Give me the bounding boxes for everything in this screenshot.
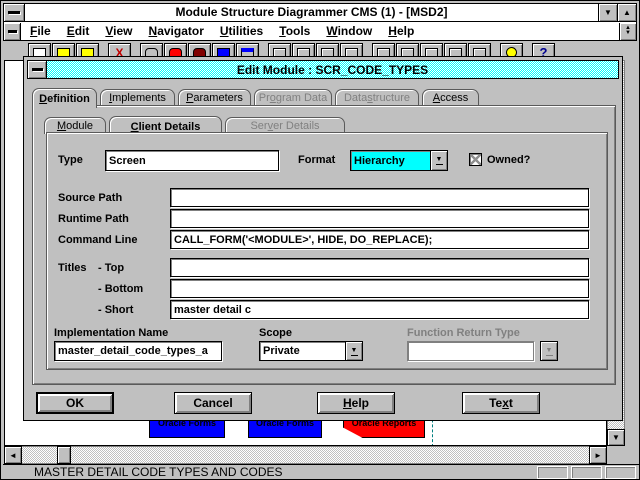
statusbar: MASTER DETAIL CODE TYPES AND CODES bbox=[3, 464, 639, 479]
scroll-down-button[interactable]: ▼ bbox=[607, 429, 625, 446]
maximize-button[interactable]: ▲ bbox=[617, 4, 636, 21]
titles-label: Titles bbox=[58, 262, 87, 274]
window-titlebar: Module Structure Diagrammer CMS (1) - [M… bbox=[3, 3, 637, 22]
tab-program-data: Program Data bbox=[254, 89, 332, 106]
control-menu-icon bbox=[8, 11, 20, 14]
ok-button[interactable]: OK bbox=[36, 392, 114, 414]
format-dropdown-button[interactable]: ▼ bbox=[431, 150, 448, 171]
menu-items: File Edit View Navigator Utilities Tools… bbox=[21, 24, 619, 38]
function-return-type-dropdown-button: ▼ bbox=[540, 341, 558, 361]
window-title: Module Structure Diagrammer CMS (1) - [M… bbox=[25, 4, 598, 21]
dropdown-arrow-icon: ▼ bbox=[436, 156, 443, 163]
function-return-type-label: Function Return Type bbox=[407, 327, 520, 339]
arrow-down-icon: ▼ bbox=[612, 433, 620, 442]
owned-label: Owned? bbox=[487, 154, 530, 166]
tab-datastructure: Datastructure bbox=[335, 89, 419, 106]
scope-combo: Private ▼ bbox=[259, 341, 363, 361]
mdi-restore-button[interactable]: ▲ ▼ bbox=[619, 23, 636, 40]
function-return-type-input bbox=[407, 341, 534, 361]
cancel-button[interactable]: Cancel bbox=[174, 392, 252, 414]
status-text: MASTER DETAIL CODE TYPES AND CODES bbox=[3, 465, 537, 479]
status-cell-1 bbox=[537, 466, 568, 479]
command-line-label: Command Line bbox=[58, 234, 137, 246]
edit-module-dialog: Edit Module : SCR_CODE_TYPES Definition … bbox=[23, 56, 623, 421]
arrow-right-icon: ► bbox=[594, 451, 602, 460]
format-label: Format bbox=[298, 154, 335, 166]
status-cell-2 bbox=[571, 466, 602, 479]
dialog-title: Edit Module : SCR_CODE_TYPES bbox=[47, 61, 618, 78]
menu-item-help[interactable]: Help bbox=[388, 24, 414, 38]
command-line-input[interactable] bbox=[170, 230, 589, 249]
scroll-right-button[interactable]: ► bbox=[589, 446, 607, 464]
scope-label: Scope bbox=[259, 327, 292, 339]
dialog-control-menu-button[interactable] bbox=[28, 61, 47, 78]
tab-definition[interactable]: Definition bbox=[32, 88, 97, 108]
help-button[interactable]: Help bbox=[317, 392, 395, 414]
mdi-control-menu-icon bbox=[8, 30, 17, 33]
dialog-tabs: Definition Implements Parameters Program… bbox=[32, 86, 482, 106]
arrow-left-icon: ◄ bbox=[9, 451, 17, 460]
runtime-path-input[interactable] bbox=[170, 209, 589, 228]
titles-top-label: - Top bbox=[98, 262, 124, 274]
source-path-label: Source Path bbox=[58, 192, 122, 204]
minimize-button[interactable]: ▼ bbox=[598, 4, 617, 21]
titles-bottom-label: - Bottom bbox=[98, 283, 143, 295]
menu-item-edit[interactable]: Edit bbox=[67, 24, 90, 38]
scrollbar-corner bbox=[607, 446, 625, 464]
runtime-path-label: Runtime Path bbox=[58, 213, 129, 225]
minimize-icon: ▼ bbox=[604, 8, 612, 17]
control-menu-button[interactable] bbox=[4, 4, 25, 21]
dropdown-arrow-icon: ▼ bbox=[546, 347, 553, 354]
menubar: File Edit View Navigator Utilities Tools… bbox=[3, 22, 637, 41]
titles-short-label: - Short bbox=[98, 304, 133, 316]
owned-checkbox bbox=[469, 153, 482, 166]
menu-item-window[interactable]: Window bbox=[326, 24, 372, 38]
application-window: Module Structure Diagrammer CMS (1) - [M… bbox=[0, 0, 640, 480]
format-combo: Hierarchy ▼ bbox=[350, 150, 448, 171]
restore-down-icon: ▼ bbox=[625, 31, 631, 36]
type-input[interactable] bbox=[105, 150, 279, 171]
scope-dropdown-button[interactable]: ▼ bbox=[346, 341, 363, 361]
maximize-icon: ▲ bbox=[623, 8, 631, 17]
title-short-input[interactable] bbox=[170, 300, 589, 319]
title-top-input[interactable] bbox=[170, 258, 589, 277]
type-label: Type bbox=[58, 154, 83, 166]
scope-value[interactable]: Private bbox=[259, 341, 346, 361]
tab-access[interactable]: Access bbox=[422, 89, 479, 106]
function-return-type-combo: ▼ bbox=[540, 341, 558, 361]
menu-item-navigator[interactable]: Navigator bbox=[149, 24, 204, 38]
tab-parameters[interactable]: Parameters bbox=[178, 89, 251, 106]
tab-implements[interactable]: Implements bbox=[100, 89, 175, 106]
dialog-titlebar: Edit Module : SCR_CODE_TYPES bbox=[27, 60, 619, 79]
text-button[interactable]: Text bbox=[462, 392, 540, 414]
dialog-control-menu-icon bbox=[32, 68, 43, 71]
implementation-name-input[interactable] bbox=[54, 341, 222, 361]
source-path-input[interactable] bbox=[170, 188, 589, 207]
status-cell-3 bbox=[605, 466, 636, 479]
mdi-control-menu-button[interactable] bbox=[4, 23, 21, 40]
menu-item-file[interactable]: File bbox=[30, 24, 51, 38]
menu-item-view[interactable]: View bbox=[105, 24, 132, 38]
horizontal-scrollbar[interactable]: ◄ ► bbox=[4, 446, 607, 464]
scrollbar-thumb[interactable] bbox=[57, 446, 71, 464]
dropdown-arrow-icon: ▼ bbox=[351, 347, 358, 354]
scroll-left-button[interactable]: ◄ bbox=[4, 446, 22, 464]
menu-item-utilities[interactable]: Utilities bbox=[220, 24, 263, 38]
implementation-name-label: Implementation Name bbox=[54, 327, 168, 339]
format-value[interactable]: Hierarchy bbox=[350, 150, 431, 171]
menu-item-tools[interactable]: Tools bbox=[279, 24, 310, 38]
title-bottom-input[interactable] bbox=[170, 279, 589, 298]
